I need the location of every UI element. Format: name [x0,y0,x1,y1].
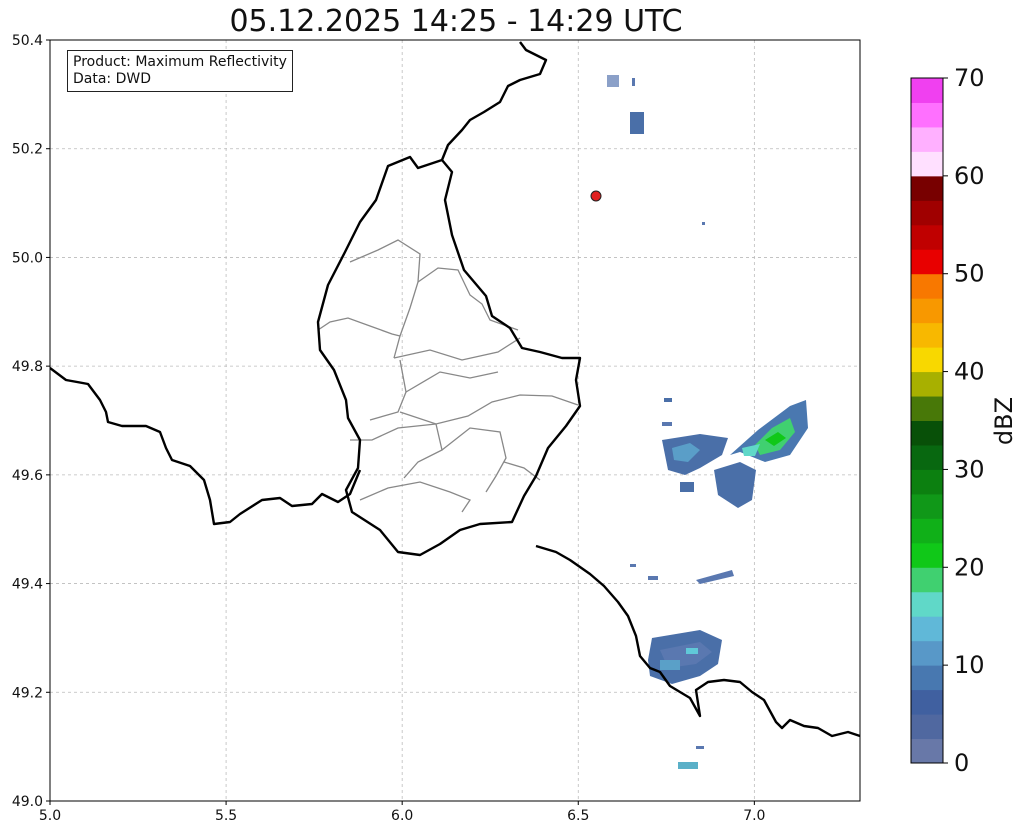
colorbar-segment [911,298,943,324]
colorbar-ticks: 0 10 20 30 40 50 60 70 [943,64,985,777]
x-axis: 5.0 5.5 6.0 6.5 7.0 [39,801,765,824]
product-info-box: Product: Maximum Reflectivity Data: DWD [67,50,293,92]
colorbar-segment [911,249,943,275]
colorbar-tick-label: 10 [954,651,985,679]
colorbar-segment [911,151,943,177]
map-frame [49,39,861,802]
colorbar-segment [911,640,943,666]
colorbar-segment [911,396,943,421]
grid-lines [50,40,860,801]
colorbar-tick-label: 0 [954,749,969,777]
colorbar-segment [911,493,943,519]
x-tick-label: 6.5 [567,808,589,824]
radar-echo-cell-north [607,75,705,225]
colorbar-segment [911,591,943,617]
colorbar-segment [911,444,943,470]
x-tick-label: 6.0 [391,808,413,824]
colorbar-segment [911,518,943,544]
y-tick-label: 49.2 [12,685,43,701]
y-tick-label: 50.0 [12,250,43,266]
colorbar-segment [911,78,943,103]
radar-echo-cluster-east [662,398,808,508]
colorbar-segment [911,371,943,397]
colorbar-segment [911,469,943,495]
colorbar-tick-label: 70 [954,64,985,92]
colorbar-segment [911,322,943,348]
colorbar-tick-label: 40 [954,358,985,386]
colorbar-segment [911,102,943,128]
colorbar-segment [911,567,943,593]
colorbar-tick-label: 50 [954,260,985,288]
colorbar-segment [911,273,943,299]
colorbar-segment [911,616,943,642]
y-axis: 49.0 49.2 49.4 49.6 49.8 50.0 50.2 50.4 [12,33,50,810]
colorbar-segment [911,126,943,152]
colorbar-segment [911,738,943,764]
colorbar-tick-label: 20 [954,553,985,581]
colorbar-segment [911,665,943,691]
y-tick-label: 49.8 [12,359,43,375]
colorbar-segment [911,689,943,715]
colorbar-segment [911,420,943,446]
colorbar-label: dBZ [990,397,1018,445]
radar-site-marker [590,190,602,202]
data-source-label: Data: DWD [73,71,151,87]
colorbar-tick-label: 30 [954,455,985,483]
y-tick-label: 50.2 [12,142,43,158]
colorbar-segment [911,714,943,740]
colorbar-segment [911,542,943,568]
colorbar-segment [911,347,943,373]
colorbar-segment [911,175,943,201]
colorbar [910,77,944,764]
colorbar-segment [911,224,943,250]
y-tick-label: 49.6 [12,468,43,484]
y-tick-label: 49.4 [12,577,43,593]
colorbar-tick-label: 60 [954,162,985,190]
radar-echo-cells-south [630,564,734,769]
y-tick-label: 49.0 [12,794,43,810]
product-label: Product: Maximum Reflectivity [73,54,287,70]
national-borders [50,41,860,738]
colorbar-segment [911,200,943,226]
x-tick-label: 5.0 [39,808,61,824]
y-tick-label: 50.4 [12,33,43,49]
x-tick-label: 5.5 [215,808,237,824]
x-tick-label: 7.0 [743,808,765,824]
radar-map: 5.0 5.5 6.0 6.5 7.0 49.0 49.2 49.4 49.6 49.8 50.0… [12,33,1018,824]
